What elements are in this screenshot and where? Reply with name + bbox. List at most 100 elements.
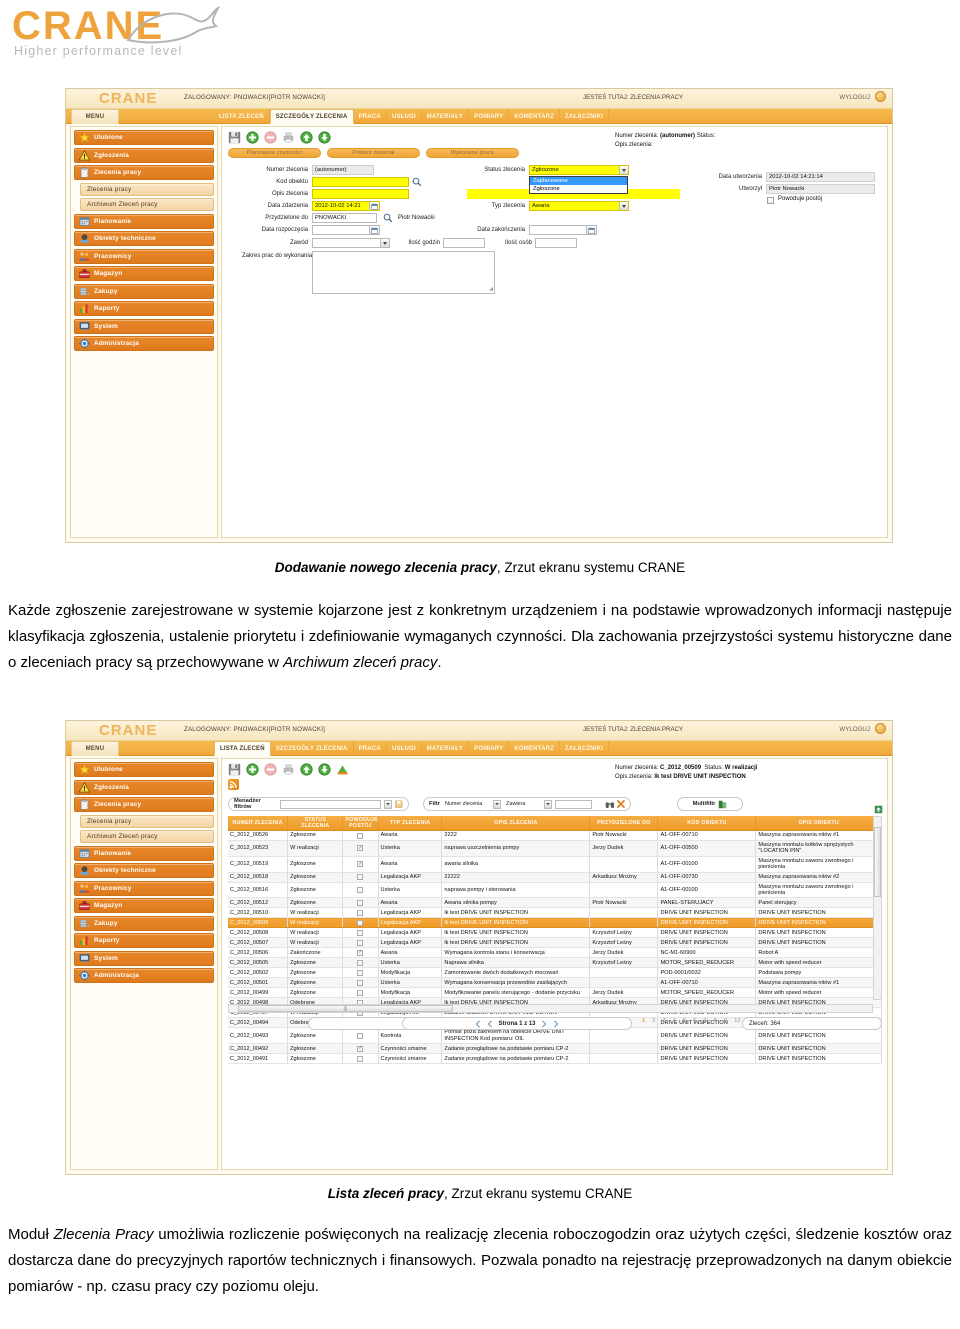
tab-szczegóły-zlecenia[interactable]: SZCZEGÓŁY ZLECENIA (269, 109, 354, 124)
tab-komentarz[interactable]: KOMENTARZ (509, 109, 561, 124)
action-button-planowane[interactable]: Planowane czynności (228, 148, 321, 158)
down-icon[interactable] (318, 131, 331, 144)
table-row[interactable]: C_2012_00516 Zgłoszone Usterka naprawa pomp… (228, 882, 882, 899)
add-icon[interactable] (246, 763, 259, 776)
tab-lista-zleceń[interactable]: LISTA ZLECEŃ (214, 741, 271, 756)
table-row[interactable]: C_2012_00512 Zgłoszone Awaria Awaria silnik… (228, 897, 882, 909)
table-row[interactable]: C_2012_00507 W realizacji Legalizacja AKP l… (228, 937, 882, 949)
grid-export-icon[interactable] (874, 805, 883, 814)
multifilter-icon[interactable] (718, 800, 727, 809)
logout-link-2[interactable]: WYLOGUJ (839, 726, 870, 733)
table-row[interactable]: C_2012_00502 Zgłoszone Modyfikacja Zamontow… (228, 967, 882, 979)
checkbox-unchecked-icon[interactable] (357, 989, 364, 996)
pager-number-7[interactable]: 7 (703, 1018, 706, 1024)
pager-number-4[interactable]: 4 (673, 1018, 676, 1024)
column-header-1[interactable]: STATUS ZLECENIA (287, 816, 344, 831)
pager-number-8[interactable]: 8 (714, 1018, 717, 1024)
logout-link-1[interactable]: WYLOGUJ (839, 94, 870, 101)
tab-materiały[interactable]: MATERIAŁY (422, 109, 470, 124)
tab-praca[interactable]: PRACA (354, 741, 387, 756)
checkbox-unchecked-icon[interactable] (357, 909, 364, 916)
chevron-down-icon-filter-field[interactable] (493, 799, 502, 809)
delete-icon[interactable] (264, 131, 277, 144)
tab-usługi[interactable]: USŁUGI (387, 741, 422, 756)
checkbox-unchecked-icon[interactable] (357, 959, 364, 966)
print-icon[interactable] (282, 131, 295, 144)
checkbox-unchecked-icon[interactable] (357, 832, 364, 839)
sidebar-item-zgłoszenia[interactable]: Zgłoszenia (74, 779, 214, 795)
calendar-icon-data-zdarzenia[interactable] (369, 202, 379, 210)
sidebar-item-administracja[interactable]: Administracja (74, 336, 214, 351)
sidebar-item-archiwum-zleceń-pracy[interactable]: Archiwum Zleceń pracy (80, 198, 214, 211)
binoculars-icon[interactable] (605, 800, 615, 809)
tab-załączniki[interactable]: ZAŁĄCZNIKI (560, 109, 610, 124)
checkbox-unchecked-icon[interactable] (357, 929, 364, 936)
tab-pomiary[interactable]: POMIARY (469, 109, 510, 124)
table-row[interactable]: C_2012_00510 W realizacji Legalizacja AKP l… (228, 907, 882, 919)
resize-grip-icon[interactable]: ◢ (489, 286, 493, 292)
sidebar-item-pracownicy[interactable]: Pracownicy (74, 880, 214, 896)
input-menadzer-filtrow[interactable] (279, 799, 381, 809)
scrollbar-thumb-horizontal[interactable]: ||| (238, 1005, 453, 1012)
save-icon[interactable] (228, 131, 241, 144)
checkbox-unchecked-icon[interactable] (357, 939, 364, 946)
field-przydzielone-do[interactable]: PNOWACKI (312, 213, 377, 223)
checkbox-checked-icon[interactable]: ✓ (357, 845, 364, 852)
table-row[interactable]: C_2012_00491 Zgłoszone Czynności smarne Zad… (228, 1053, 882, 1065)
clear-x-icon[interactable] (617, 800, 625, 808)
sidebar-item-obiekty-techniczne[interactable]: Obiekty techniczne (74, 863, 214, 878)
field-opis-zlecenia[interactable] (312, 189, 409, 199)
checkbox-checked-icon[interactable]: ✓ (357, 949, 364, 956)
sidebar-item-magazyn[interactable]: Magazyn (74, 898, 214, 913)
table-row[interactable]: C_2012_00519 Zgłoszone ✓ Awaria awaria silni… (228, 856, 882, 873)
chevron-down-icon-typ[interactable] (619, 202, 628, 210)
sidebar-item-archiwum-zleceń-pracy[interactable]: Archiwum Zleceń pracy (80, 830, 214, 843)
pager-number-5[interactable]: 5 (683, 1018, 686, 1024)
chevron-down-icon-zawod[interactable] (380, 239, 389, 247)
sidebar-item-administracja[interactable]: Administracja (74, 968, 214, 983)
column-header-6[interactable]: KOD OBIEKTU (657, 816, 757, 831)
checkbox-powoduje-postoj[interactable] (767, 197, 774, 204)
checkbox-unchecked-icon[interactable] (357, 1055, 364, 1062)
first-page-icon[interactable] (474, 1019, 482, 1028)
field-data-zakonczenia[interactable] (529, 225, 597, 235)
sidebar-item-planowanie[interactable]: Planowanie (74, 845, 214, 861)
down-icon[interactable] (318, 763, 331, 776)
save-icon[interactable] (228, 763, 241, 776)
next-page-icon[interactable] (540, 1019, 548, 1028)
pager-number-6[interactable]: 6 (693, 1018, 696, 1024)
checkbox-unchecked-icon[interactable] (357, 1032, 364, 1039)
field-zakres-prac[interactable]: ◢ (312, 251, 495, 294)
column-header-3[interactable]: TYP ZLECENIA (378, 816, 443, 831)
pager-number-3[interactable]: 3 (662, 1018, 665, 1024)
field-ilosc-osob[interactable] (535, 238, 577, 248)
tab-komentarz[interactable]: KOMENTARZ (509, 741, 561, 756)
sidebar-item-zlecenia-pracy[interactable]: Zlecenia pracy (80, 182, 214, 196)
menu-tab-2[interactable]: MENU (71, 741, 119, 756)
table-row[interactable]: C_2012_00499 Zgłoszone Modyfikacja Modyfiko… (228, 987, 882, 999)
field-data-zdarzenia[interactable]: 2012-10-02 14:21 (312, 201, 380, 211)
sidebar-item-ulubione[interactable]: Ulubione (74, 130, 214, 145)
pager-number-2[interactable]: 2 (652, 1018, 655, 1024)
sidebar-item-magazyn[interactable]: Magazyn (74, 266, 214, 281)
table-row[interactable]: C_2012_00501 Zgłoszone Usterka Wymagana kon… (228, 977, 882, 989)
filter-field-value[interactable]: Numer zlecenia (442, 799, 491, 809)
tab-materiały[interactable]: MATERIAŁY (422, 741, 470, 756)
tab-załączniki[interactable]: ZAŁĄCZNIKI (560, 741, 610, 756)
tab-lista-zleceń[interactable]: LISTA ZLECEŃ (214, 109, 270, 124)
checkbox-checked-icon[interactable]: ✓ (357, 1045, 364, 1052)
dropdown-option-zgloszone[interactable]: Zgłoszone (530, 185, 627, 193)
sidebar-item-system[interactable]: System (74, 318, 214, 334)
scrollbar-thumb-vertical[interactable] (874, 827, 881, 897)
delete-icon[interactable] (264, 763, 277, 776)
tab-pomiary[interactable]: POMIARY (469, 741, 510, 756)
sidebar-item-obiekty-techniczne[interactable]: Obiekty techniczne (74, 231, 214, 246)
filter-text-input[interactable] (554, 799, 592, 809)
table-row[interactable]: C_2012_00506 Zakończone ✓ Awaria Wymagana ko… (228, 947, 882, 959)
status-dropdown-open[interactable]: Zaplanowane Zgłoszone (529, 176, 628, 194)
column-header-7[interactable]: OPIS OBIEKTU (755, 816, 882, 831)
logout-icon-1[interactable] (875, 91, 886, 102)
sidebar-item-zlecenia-pracy[interactable]: Zlecenia pracy (74, 797, 214, 812)
checkbox-unchecked-icon[interactable] (357, 919, 364, 926)
sidebar-item-zakupy[interactable]: Zakupy (74, 915, 214, 931)
